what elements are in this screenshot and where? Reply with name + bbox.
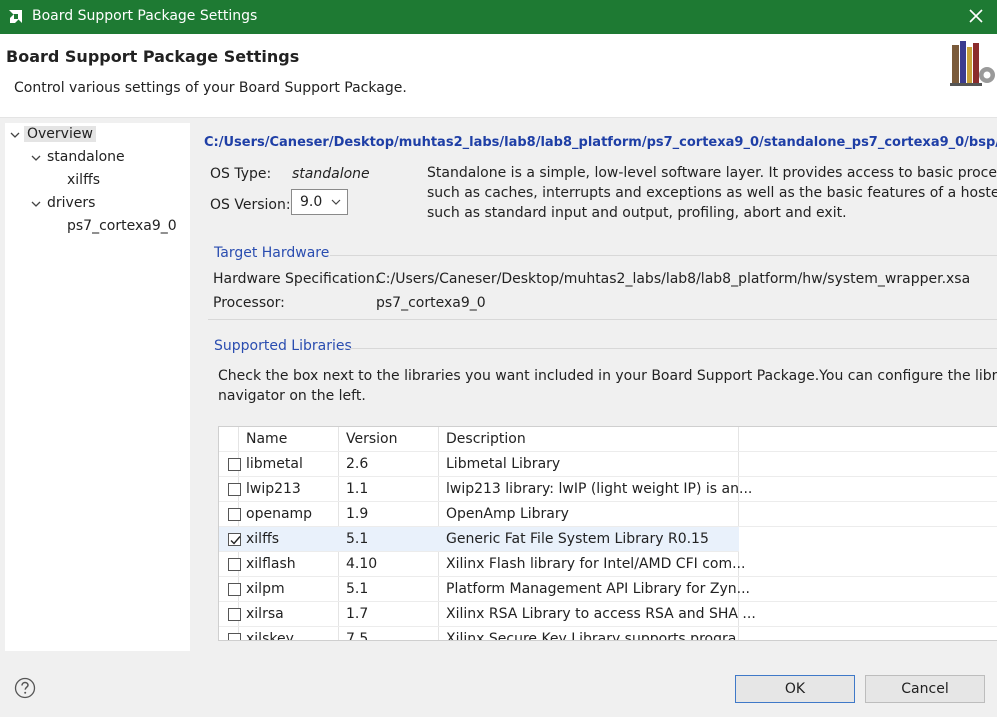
processor-label: Processor: — [213, 295, 285, 311]
hardware-spec-value: C:/Users/Caneser/Desktop/muhtas2_labs/la… — [376, 271, 971, 287]
window-title: Board Support Package Settings — [32, 8, 258, 24]
library-description: Libmetal Library — [446, 456, 561, 472]
library-version: 4.10 — [346, 556, 378, 572]
library-version: 5.1 — [346, 531, 369, 547]
library-version: 5.1 — [346, 581, 369, 597]
cancel-button[interactable]: Cancel — [865, 675, 985, 703]
library-checkbox-checked[interactable] — [228, 533, 241, 546]
library-checkbox[interactable] — [228, 633, 241, 640]
title-bar: Board Support Package Settings — [0, 0, 997, 34]
library-name: xilrsa — [246, 606, 284, 622]
table-row[interactable]: xilpm 5.1 Platform Management API Librar… — [219, 577, 997, 602]
books-gear-icon — [950, 41, 995, 86]
help-icon[interactable] — [14, 677, 36, 699]
bsp-path: C:/Users/Caneser/Desktop/muhtas2_labs/la… — [204, 135, 997, 150]
library-description: Platform Management API Library for Zyn.… — [446, 581, 750, 597]
library-description: Xilinx Flash library for Intel/AMD CFI c… — [446, 556, 746, 572]
chevron-down-icon — [331, 199, 341, 205]
table-row[interactable]: openamp 1.9 OpenAmp Library — [219, 502, 997, 527]
libraries-table: Name Version Description libmetal 2.6 Li… — [218, 426, 997, 641]
table-header: Name Version Description — [219, 427, 997, 452]
library-checkbox[interactable] — [228, 608, 241, 621]
library-version: 1.1 — [346, 481, 369, 497]
column-header-name[interactable]: Name — [246, 431, 287, 447]
chevron-down-icon[interactable] — [31, 153, 41, 163]
library-name: xilffs — [246, 531, 280, 547]
supported-libraries-title: Supported Libraries — [214, 338, 352, 354]
library-checkbox[interactable] — [228, 508, 241, 521]
amd-logo-icon — [9, 10, 22, 23]
library-checkbox[interactable] — [228, 558, 241, 571]
table-row[interactable]: xilrsa 1.7 Xilinx RSA Library to access … — [219, 602, 997, 627]
libraries-instructions: navigator on the left. — [218, 388, 366, 404]
library-checkbox[interactable] — [228, 483, 241, 496]
table-row[interactable]: xilskey 7.5 Xilinx Secure Key Library su… — [219, 627, 997, 641]
processor-value: ps7_cortexa9_0 — [376, 295, 486, 311]
column-header-description[interactable]: Description — [446, 431, 526, 447]
table-row[interactable]: lwip213 1.1 lwip213 library: lwIP (light… — [219, 477, 997, 502]
library-name: lwip213 — [246, 481, 301, 497]
library-name: xilpm — [246, 581, 285, 597]
library-version: 1.9 — [346, 506, 369, 522]
os-description-line: Standalone is a simple, low-level softwa… — [427, 165, 997, 181]
library-description: OpenAmp Library — [446, 506, 569, 522]
tree-item-drivers[interactable]: drivers — [47, 195, 95, 211]
ok-button[interactable]: OK — [735, 675, 855, 703]
column-header-version[interactable]: Version — [346, 431, 397, 447]
os-version-select[interactable]: 9.0 — [291, 189, 348, 215]
table-row-selected[interactable]: xilffs 5.1 Generic Fat File System Libra… — [219, 527, 739, 552]
library-description: Generic Fat File System Library R0.15 — [446, 531, 709, 547]
table-row[interactable]: xilflash 4.10 Xilinx Flash library for I… — [219, 552, 997, 577]
library-description: Xilinx Secure Key Library supports progr… — [446, 631, 750, 641]
library-name: xilflash — [246, 556, 296, 572]
library-version: 2.6 — [346, 456, 369, 472]
os-type-label: OS Type: — [210, 166, 272, 182]
group-divider — [348, 348, 997, 349]
os-type-value: standalone — [292, 166, 370, 182]
table-row[interactable]: libmetal 2.6 Libmetal Library — [219, 452, 997, 477]
os-description-line: such as caches, interrupts and exception… — [427, 185, 997, 201]
navigator-tree: Overview standalone xilffs drivers ps7_c… — [5, 123, 190, 651]
tree-item-overview[interactable]: Overview — [24, 126, 96, 142]
library-name: libmetal — [246, 456, 303, 472]
dialog-header: Board Support Package Settings Control v… — [0, 34, 997, 118]
tree-item-standalone[interactable]: standalone — [47, 149, 125, 165]
checkmark-icon — [230, 536, 241, 545]
library-checkbox[interactable] — [228, 583, 241, 596]
os-version-label: OS Version: — [210, 197, 291, 213]
library-checkbox[interactable] — [228, 458, 241, 471]
library-name: openamp — [246, 506, 313, 522]
os-description-line: such as standard input and output, profi… — [427, 205, 847, 221]
group-divider — [208, 319, 997, 320]
tree-item-ps7-cortexa9-0[interactable]: ps7_cortexa9_0 — [67, 218, 177, 234]
library-description: lwip213 library: lwIP (light weight IP) … — [446, 481, 753, 497]
dialog-subtitle: Control various settings of your Board S… — [14, 80, 407, 96]
overview-panel: C:/Users/Caneser/Desktop/muhtas2_labs/la… — [190, 123, 997, 641]
dialog-title: Board Support Package Settings — [6, 47, 300, 66]
library-name: xilskey — [246, 631, 294, 641]
library-version: 7.5 — [346, 631, 369, 641]
chevron-down-icon[interactable] — [31, 199, 41, 209]
hardware-spec-label: Hardware Specification: — [213, 271, 380, 287]
libraries-instructions: Check the box next to the libraries you … — [218, 368, 997, 384]
os-description: Standalone is a simple, low-level softwa… — [427, 163, 997, 223]
chevron-down-icon[interactable] — [10, 130, 20, 140]
os-version-value: 9.0 — [300, 194, 323, 210]
library-description: Xilinx RSA Library to access RSA and SHA… — [446, 606, 756, 622]
library-version: 1.7 — [346, 606, 369, 622]
group-divider — [330, 255, 997, 256]
target-hardware-title: Target Hardware — [214, 245, 330, 261]
tree-item-xilffs[interactable]: xilffs — [67, 172, 100, 188]
close-icon[interactable] — [965, 5, 987, 27]
